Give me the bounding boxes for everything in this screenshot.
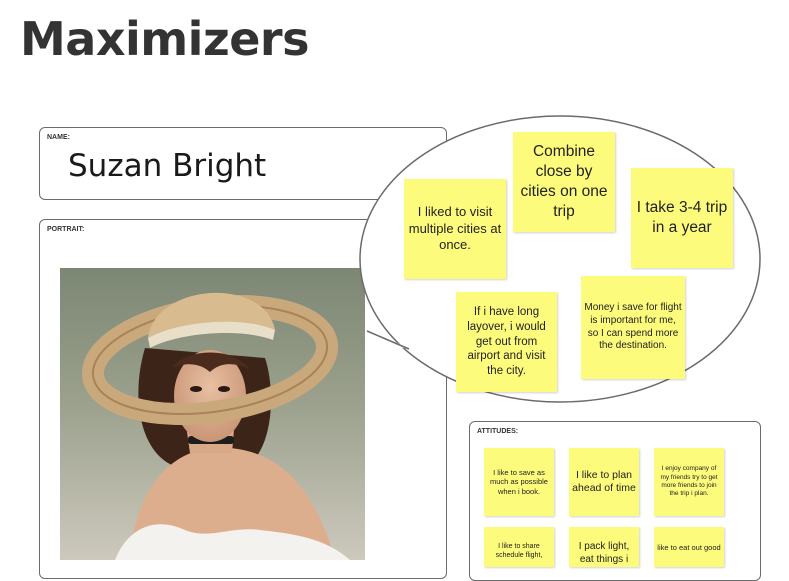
persona-name: Suzan Bright: [68, 148, 267, 184]
attitude-note-1: I like to save as much as possible when …: [484, 448, 554, 516]
portrait-photo: [60, 268, 365, 560]
name-label: NAME:: [47, 134, 70, 141]
quote-note-trips-per-year: I take 3-4 trip in a year: [631, 168, 733, 268]
quote-note-layover: If i have long layover, i would get out …: [456, 292, 557, 392]
attitude-note-6: like to eat out good: [654, 527, 724, 567]
portrait-illustration: [60, 268, 365, 560]
attitude-note-4: I like to share schedule flight,: [484, 527, 554, 567]
quote-note-multiple-cities: I liked to visit multiple cities at once…: [404, 179, 506, 279]
attitude-note-5: I pack light, eat things i: [569, 527, 639, 567]
attitude-note-3: I enjoy company of my friends try to get…: [654, 448, 724, 516]
attitudes-label: ATTITUDES:: [477, 428, 519, 435]
portrait-label: PORTRAIT:: [47, 226, 85, 233]
quote-note-save-money: Money i save for flight is important for…: [581, 276, 685, 379]
quote-note-combine-cities: Combine close by cities on one trip: [513, 132, 615, 232]
page-title: Maximizers: [20, 12, 310, 66]
attitude-note-2: I like to plan ahead of time: [569, 448, 639, 516]
